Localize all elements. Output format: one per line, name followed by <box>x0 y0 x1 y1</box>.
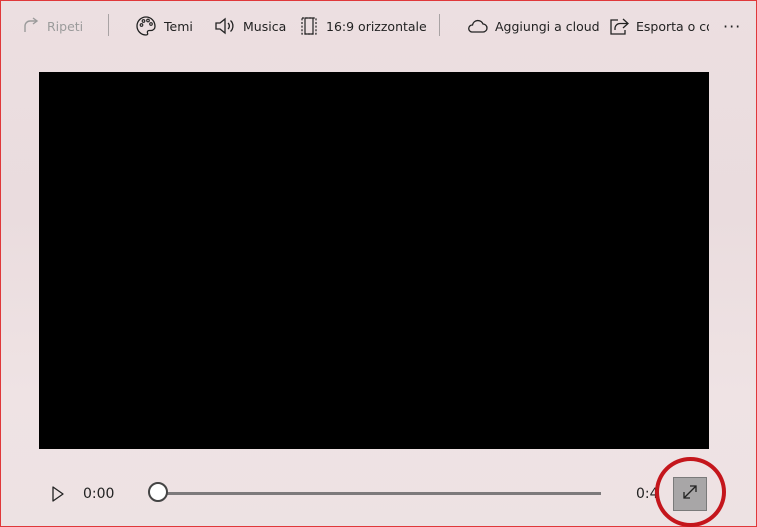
more-options-button[interactable]: ··· <box>723 12 741 40</box>
repeat-button[interactable]: Ripeti <box>22 12 83 40</box>
seek-track[interactable] <box>158 492 601 495</box>
themes-label: Temi <box>164 18 193 34</box>
playback-controls: 0:00 0:4 <box>0 470 757 520</box>
add-to-cloud-button[interactable]: Aggiungi a cloud <box>466 12 600 40</box>
export-share-label: Esporta o condividi <box>636 18 709 34</box>
aspect-ratio-icon <box>299 16 319 36</box>
current-time: 0:00 <box>83 486 115 502</box>
add-to-cloud-label: Aggiungi a cloud <box>495 18 600 34</box>
highlight-annotation-circle <box>655 457 726 527</box>
play-icon <box>48 486 68 508</box>
speaker-icon <box>214 16 236 36</box>
repeat-label: Ripeti <box>47 18 84 34</box>
redo-icon <box>22 17 40 35</box>
cloud-icon <box>466 18 488 34</box>
palette-icon <box>135 15 157 37</box>
music-label: Musica <box>243 18 287 34</box>
music-button[interactable]: Musica <box>214 12 286 40</box>
aspect-ratio-label: 16:9 orizzontale <box>326 18 427 34</box>
play-button[interactable] <box>48 484 68 504</box>
share-icon <box>609 16 629 36</box>
toolbar-divider <box>108 14 109 36</box>
video-preview[interactable] <box>39 72 709 449</box>
toolbar-divider <box>439 14 440 36</box>
toolbar: Ripeti Temi Musica 16:9 orizzontale Aggi… <box>0 0 757 52</box>
seek-thumb[interactable] <box>148 482 168 502</box>
more-options-icon: ··· <box>723 16 742 36</box>
export-share-button[interactable]: Esporta o condividi <box>609 12 709 40</box>
aspect-ratio-button[interactable]: 16:9 orizzontale <box>299 12 427 40</box>
themes-button[interactable]: Temi <box>135 12 193 40</box>
